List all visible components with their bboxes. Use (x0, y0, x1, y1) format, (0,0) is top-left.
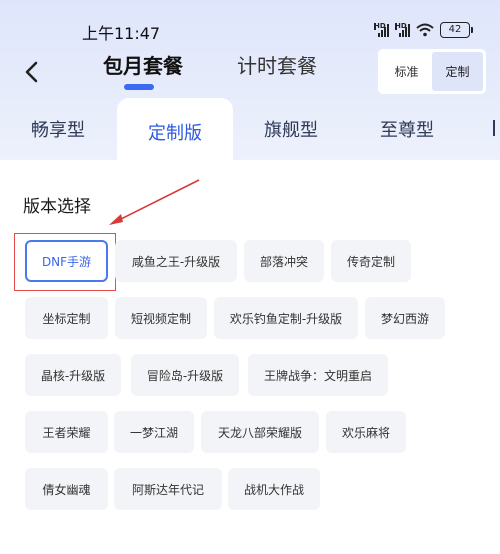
version-option[interactable]: 欢乐麻将 (326, 411, 406, 453)
plan-tab-enjoy[interactable]: 畅享型 (31, 116, 85, 142)
plan-tab-supreme[interactable]: 至尊型 (380, 116, 434, 142)
version-option[interactable]: 阿斯达年代记 (114, 468, 222, 510)
version-option[interactable]: 战机大作战 (228, 468, 320, 510)
version-option[interactable]: 冒险岛-升级版 (131, 354, 239, 396)
back-icon[interactable] (22, 60, 42, 84)
annotation-arrow (109, 179, 200, 225)
status-time: 上午11:47 (82, 24, 161, 43)
version-option-selected[interactable]: DNF手游 (25, 240, 108, 282)
version-option[interactable]: 咸鱼之王-升级版 (115, 240, 237, 282)
version-option[interactable]: 天龙八部荣耀版 (201, 411, 319, 453)
plan-tab-custom[interactable]: 定制版 (117, 98, 233, 160)
battery-icon: 42 (440, 22, 473, 38)
version-option[interactable]: 倩女幽魂 (25, 468, 108, 510)
signal-icon: HD (395, 23, 410, 37)
version-option[interactable]: 王者荣耀 (25, 411, 108, 453)
plan-tab-overflow[interactable] (493, 120, 495, 136)
active-tab-indicator (124, 84, 154, 90)
version-option[interactable]: 梦幻西游 (365, 297, 445, 339)
tab-hourly-plan[interactable]: 计时套餐 (237, 50, 317, 79)
version-option[interactable]: 短视频定制 (115, 297, 207, 339)
signal-label: HD (395, 22, 407, 30)
status-bar: 上午11:47 HD HD 42 (0, 0, 500, 44)
section-title: 版本选择 (23, 197, 91, 217)
mode-toggle: 标准 定制 (378, 49, 486, 94)
mode-custom-button[interactable]: 定制 (432, 52, 483, 91)
version-option[interactable]: 王牌战争：文明重启 (248, 354, 388, 396)
wifi-icon (416, 23, 434, 37)
signal-icon: HD (374, 23, 389, 37)
version-option[interactable]: 欢乐钓鱼定制-升级版 (214, 297, 358, 339)
version-option[interactable]: 传奇定制 (331, 240, 411, 282)
plan-tab-flagship[interactable]: 旗舰型 (264, 116, 318, 142)
mode-standard-button[interactable]: 标准 (381, 52, 432, 91)
status-icons: HD HD 42 (374, 22, 473, 38)
signal-label: HD (374, 22, 386, 30)
version-option[interactable]: 坐标定制 (25, 297, 108, 339)
tab-monthly-plan[interactable]: 包月套餐 (103, 50, 183, 79)
version-option[interactable]: 一梦江湖 (114, 411, 194, 453)
version-option[interactable]: 晶核-升级版 (25, 354, 121, 396)
version-option[interactable]: 部落冲突 (244, 240, 324, 282)
